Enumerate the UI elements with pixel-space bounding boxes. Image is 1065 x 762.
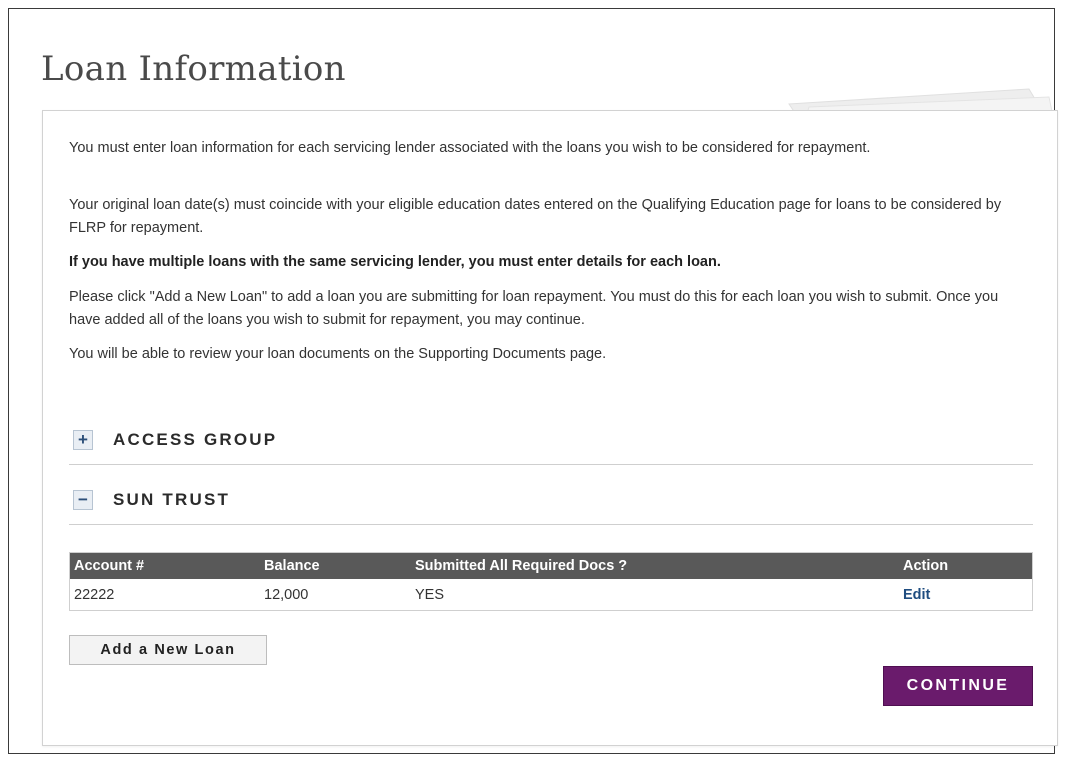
page-title: Loan Information <box>41 49 346 89</box>
instruction-text: Your original loan date(s) must coincide… <box>69 197 1002 236</box>
edit-link[interactable]: Edit <box>903 587 930 603</box>
lender-name[interactable]: SUN TRUST <box>113 490 230 510</box>
column-header-docs: Submitted All Required Docs ? <box>411 552 899 579</box>
add-new-loan-button[interactable]: Add a New Loan <box>69 635 267 665</box>
minus-icon[interactable]: − <box>73 490 93 510</box>
column-header-balance: Balance <box>260 552 411 579</box>
cell-action: Edit <box>899 579 1033 611</box>
loan-info-panel: You must enter loan information for each… <box>42 110 1058 746</box>
instruction-text: You must enter loan information for each… <box>69 140 871 156</box>
instruction-text: You will be able to review your loan doc… <box>69 346 607 362</box>
cell-account: 22222 <box>74 586 115 603</box>
table-header-row: Account # Balance Submitted All Required… <box>69 552 1033 579</box>
lender-section-sun-trust: − SUN TRUST <box>69 488 1033 525</box>
page-frame: Loan Information You must enter loan inf… <box>8 8 1058 754</box>
loan-table: Account # Balance Submitted All Required… <box>69 552 1033 611</box>
instruction-text: Please click "Add a New Loan" to add a l… <box>69 289 999 328</box>
column-header-account: Account # <box>69 552 260 579</box>
table-row: 22222 12,000 YES Edit <box>70 579 1033 611</box>
cell-balance: 12,000 <box>264 586 309 603</box>
lender-name[interactable]: ACCESS GROUP <box>113 430 277 450</box>
column-header-action: Action <box>899 552 1033 579</box>
instruction-emphasis: If you have multiple loans with the same… <box>69 254 721 270</box>
plus-icon[interactable]: + <box>73 430 93 450</box>
lender-section-access-group: + ACCESS GROUP <box>69 428 1033 465</box>
cell-docs: YES <box>415 586 445 603</box>
continue-button[interactable]: CONTINUE <box>883 666 1033 706</box>
